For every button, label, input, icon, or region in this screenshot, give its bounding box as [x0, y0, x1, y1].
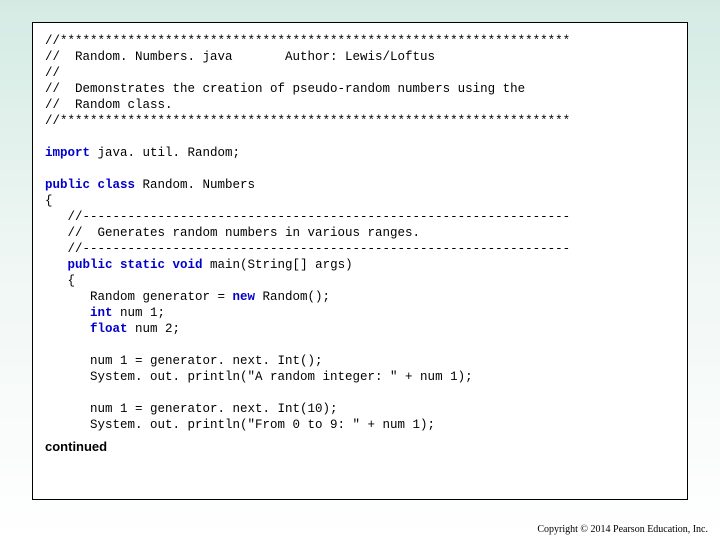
code-line: // Demonstrates the creation of pseudo-r…	[45, 82, 525, 96]
code-line: //**************************************…	[45, 34, 570, 48]
copyright-text: Copyright © 2014 Pearson Education, Inc.	[537, 524, 708, 535]
code-text: java. util. Random;	[90, 146, 240, 160]
code-line: // Generates random numbers in various r…	[45, 226, 420, 240]
code-line: //--------------------------------------…	[45, 210, 570, 224]
keyword-import: import	[45, 146, 90, 160]
slide-frame: //**************************************…	[32, 22, 688, 500]
keyword-float: float	[45, 322, 128, 336]
code-line: num 1 = generator. next. Int(10);	[45, 402, 338, 416]
keyword-public: public	[45, 178, 90, 192]
code-block: //**************************************…	[45, 33, 675, 433]
code-line: //**************************************…	[45, 114, 570, 128]
code-line: num 1 = generator. next. Int();	[45, 354, 323, 368]
code-line: System. out. println("A random integer: …	[45, 370, 473, 384]
continued-label: continued	[45, 439, 675, 454]
keyword-static: static	[113, 258, 166, 272]
keyword-void: void	[165, 258, 203, 272]
code-line: // Random. Numbers. java Author: Lewis/L…	[45, 50, 435, 64]
brace: {	[45, 274, 75, 288]
keyword-class: class	[90, 178, 135, 192]
code-text: Random();	[255, 290, 330, 304]
code-text: num 2;	[128, 322, 181, 336]
code-text: Random generator =	[45, 290, 233, 304]
code-line: //--------------------------------------…	[45, 242, 570, 256]
code-line: //	[45, 66, 60, 80]
keyword-int: int	[45, 306, 113, 320]
code-line: System. out. println("From 0 to 9: " + n…	[45, 418, 435, 432]
brace: {	[45, 194, 53, 208]
code-line: // Random class.	[45, 98, 173, 112]
keyword-new: new	[233, 290, 256, 304]
keyword-public: public	[45, 258, 113, 272]
code-text: num 1;	[113, 306, 166, 320]
class-name: Random. Numbers	[135, 178, 255, 192]
method-sig: main(String[] args)	[203, 258, 353, 272]
